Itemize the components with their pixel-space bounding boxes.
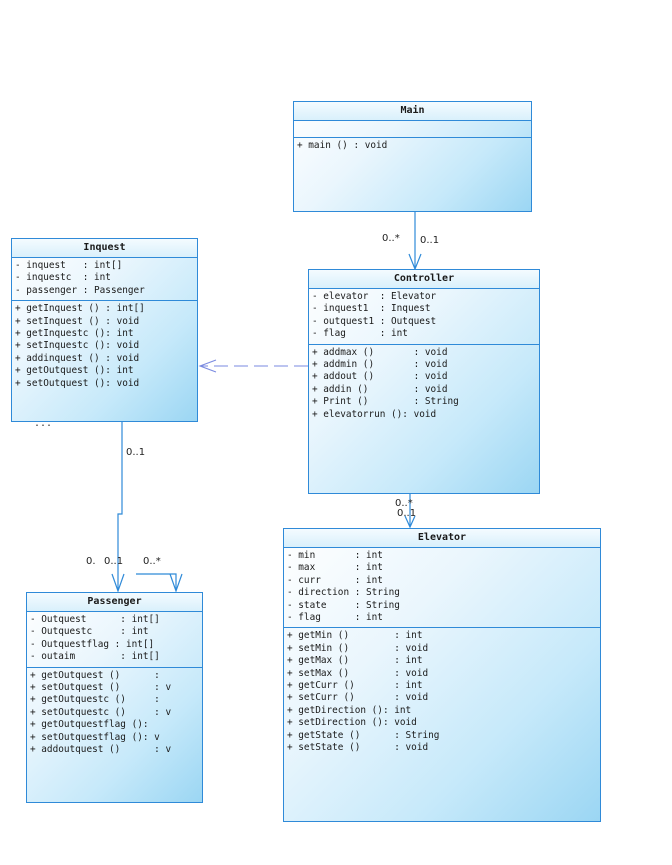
operation-row: + addmin () : void bbox=[312, 359, 448, 371]
class-main-operations: + main () : void bbox=[294, 138, 531, 155]
attribute-row: - flag : int bbox=[287, 612, 383, 624]
attribute-row: - curr : int bbox=[287, 574, 383, 586]
attribute-row: - elevator : Elevator bbox=[312, 291, 437, 302]
class-elevator-operations: + getMin () : int + setMin () : void + g… bbox=[284, 628, 600, 757]
operation-row: + addmax () : void bbox=[312, 346, 448, 358]
operation-row: + getCurr () : int bbox=[287, 680, 423, 692]
attribute-row: - direction : String bbox=[287, 587, 400, 599]
multiplicity-main-controller-target: 0..1 bbox=[420, 235, 440, 246]
operation-row: + getOutquestc () : bbox=[30, 694, 166, 706]
class-elevator-attributes: - min : int - max : int - curr : int - d… bbox=[284, 548, 600, 629]
operation-row: + getInquestc (): int bbox=[15, 328, 134, 340]
multiplicity-controller-elevator-target: 0..1 bbox=[397, 508, 417, 519]
attribute-row: - inquest1 : Inquest bbox=[312, 303, 431, 315]
class-main-title: Main bbox=[294, 102, 531, 121]
operation-row: + getOutquest () : bbox=[30, 669, 166, 681]
class-controller-title: Controller bbox=[309, 270, 539, 289]
operation-row: + setOutquest (): void bbox=[15, 377, 140, 389]
attribute-row: - Outquest : int[] bbox=[30, 614, 160, 625]
attribute-row: - outquest1 : Outquest bbox=[312, 315, 437, 327]
operation-row: + getMax () : int bbox=[287, 655, 423, 667]
operation-row: + elevatorrun (): void bbox=[312, 408, 437, 420]
class-inquest-overflow: ... bbox=[34, 418, 53, 429]
operation-row: + addoutquest () : v bbox=[30, 744, 172, 756]
class-passenger-operations: + getOutquest () : + setOutquest () : v … bbox=[27, 668, 202, 760]
multiplicity-passenger-target-2: 0..1 bbox=[104, 556, 124, 567]
class-main-attributes bbox=[294, 121, 531, 138]
class-inquest-attributes: - inquest : int[] - inquestc : int - pas… bbox=[12, 258, 197, 302]
operation-row: + getOutquest (): int bbox=[15, 365, 134, 377]
attribute-row: - flag : int bbox=[312, 328, 408, 340]
attribute-row: - inquest : int[] bbox=[15, 260, 123, 271]
class-controller[interactable]: Controller - elevator : Elevator - inque… bbox=[308, 269, 540, 494]
operation-row: + main () : void bbox=[297, 140, 388, 151]
class-elevator[interactable]: Elevator - min : int - max : int - curr … bbox=[283, 528, 601, 822]
operation-row: + setInquest () : void bbox=[15, 315, 140, 327]
multiplicity-passenger-self: 0..* bbox=[143, 556, 161, 567]
operation-row: + setOutquest () : v bbox=[30, 682, 172, 694]
class-main[interactable]: Main + main () : void bbox=[293, 101, 532, 212]
attribute-row: - min : int bbox=[287, 550, 383, 561]
attribute-row: - Outquestflag : int[] bbox=[30, 638, 155, 650]
class-inquest[interactable]: Inquest - inquest : int[] - inquestc : i… bbox=[11, 238, 198, 422]
operation-row: + getDirection (): int bbox=[287, 704, 412, 716]
operation-row: + setCurr () : void bbox=[287, 692, 429, 704]
attribute-row: - max : int bbox=[287, 562, 383, 574]
attribute-row: - state : String bbox=[287, 599, 400, 611]
operation-row: + getMin () : int bbox=[287, 630, 423, 642]
operation-row: + addout () : void bbox=[312, 371, 448, 383]
association-passenger-self bbox=[136, 573, 177, 590]
operation-row: + setDirection (): void bbox=[287, 717, 417, 729]
operation-row: + setInquestc (): void bbox=[15, 340, 140, 352]
operation-row: + addinquest () : void bbox=[15, 352, 140, 364]
multiplicity-main-controller-source: 0..* bbox=[382, 233, 400, 244]
operation-row: + setOutquestflag (): v bbox=[30, 731, 160, 743]
operation-row: + setState () : void bbox=[287, 742, 429, 754]
operation-row: + getState () : String bbox=[287, 729, 440, 741]
multiplicity-inquest-passenger-target: 0. bbox=[86, 556, 96, 567]
class-passenger[interactable]: Passenger - Outquest : int[] - Outquestc… bbox=[26, 592, 203, 803]
operation-row: + getOutquestflag (): bbox=[30, 719, 155, 731]
class-passenger-title: Passenger bbox=[27, 593, 202, 612]
operation-row: + setOutquestc () : v bbox=[30, 706, 172, 718]
class-controller-attributes: - elevator : Elevator - inquest1 : Inque… bbox=[309, 289, 539, 345]
class-inquest-operations: + getInquest () : int[] + setInquest () … bbox=[12, 301, 197, 393]
attribute-row: - inquestc : int bbox=[15, 272, 111, 284]
class-controller-operations: + addmax () : void + addmin () : void + … bbox=[309, 345, 539, 424]
class-elevator-title: Elevator bbox=[284, 529, 600, 548]
class-inquest-title: Inquest bbox=[12, 239, 197, 258]
attribute-row: - outaim : int[] bbox=[30, 651, 160, 663]
operation-row: + getInquest () : int[] bbox=[15, 303, 145, 315]
operation-row: + addin () : void bbox=[312, 383, 448, 395]
operation-row: + setMin () : void bbox=[287, 642, 429, 654]
operation-row: + setMax () : void bbox=[287, 667, 429, 679]
class-passenger-attributes: - Outquest : int[] - Outquestc : int - O… bbox=[27, 612, 202, 668]
multiplicity-inquest-passenger-source: 0..1 bbox=[126, 447, 146, 458]
operation-row: + Print () : String bbox=[312, 396, 459, 408]
attribute-row: - Outquestc : int bbox=[30, 626, 149, 638]
attribute-row: - passenger : Passenger bbox=[15, 284, 145, 296]
